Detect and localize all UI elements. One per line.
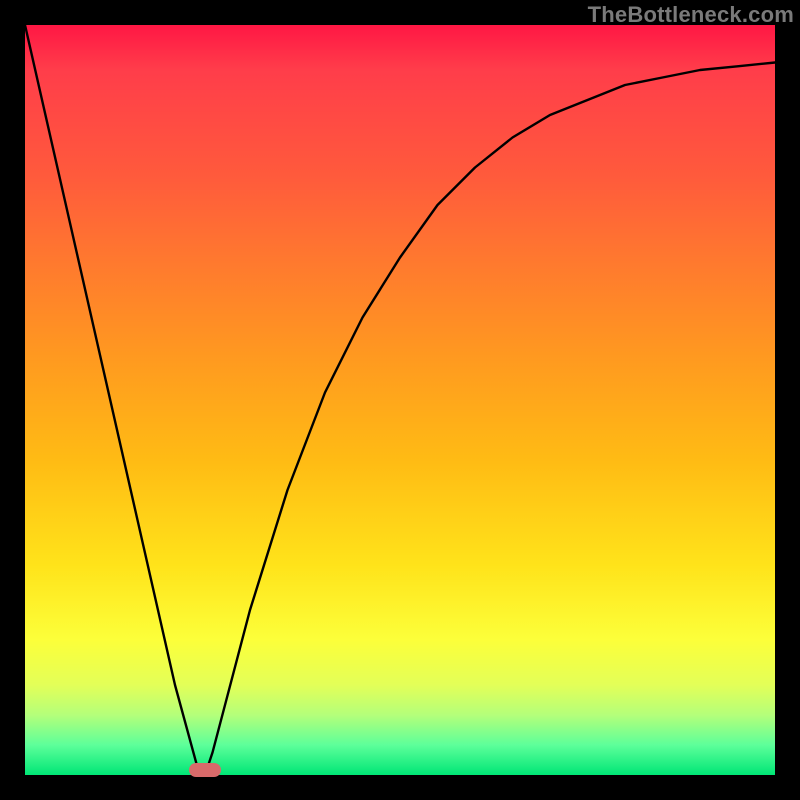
bottleneck-curve bbox=[25, 25, 775, 775]
plot-area bbox=[25, 25, 775, 775]
chart-frame: TheBottleneck.com bbox=[0, 0, 800, 800]
curve-svg bbox=[25, 25, 775, 775]
optimal-marker bbox=[189, 763, 221, 777]
watermark-text: TheBottleneck.com bbox=[588, 2, 794, 28]
